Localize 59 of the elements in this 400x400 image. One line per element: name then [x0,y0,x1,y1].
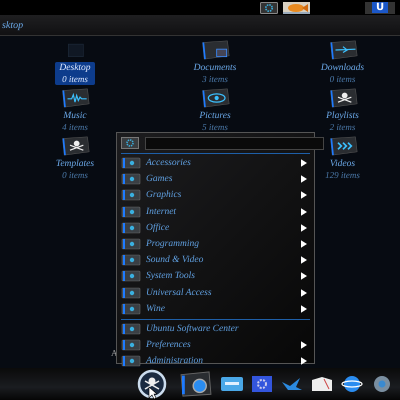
location-path: sktop [2,20,24,30]
file-item[interactable]: Documents 3 items [190,62,240,85]
file-name: Pictures [199,111,231,122]
category-icon [121,286,141,299]
item-count: 5 items [202,122,228,132]
gear-icon[interactable] [250,374,274,394]
category-icon [121,270,141,282]
menu-item[interactable]: System Tools [121,268,310,284]
file-item[interactable]: Templates 0 items [52,158,98,181]
category-icon [121,322,141,335]
menu-item[interactable]: Sound & Video [121,252,310,268]
item-count: 0 items [62,170,88,180]
menu-item[interactable]: Games [121,171,310,188]
item-count: 3 items [202,74,228,84]
pointer-icon [148,386,158,400]
category-icon [121,302,141,315]
search-field[interactable] [145,136,324,150]
item-count: 0 items [62,74,88,84]
menu-item[interactable]: Internet [121,204,310,220]
category-icon [121,189,141,202]
globe-icon[interactable] [340,374,364,394]
category-icon [121,222,141,234]
card-icon[interactable] [220,374,244,394]
category-icon [121,173,141,186]
category-icon [121,339,141,352]
menu-item[interactable]: Wine [121,300,310,317]
file-item[interactable]: Downloads 0 items [316,62,368,85]
file-name: Downloads [320,63,364,74]
file-item[interactable]: Pictures 5 items [195,110,235,133]
category-icon [121,254,141,266]
menu-item[interactable]: Preferences [121,337,310,354]
item-count: 0 items [330,74,356,84]
file-item[interactable]: Desktop 0 items [55,62,95,85]
item-count: 2 items [330,122,356,132]
item-count: 129 items [325,170,360,180]
menu-item[interactable]: Accessories [121,155,310,172]
menu-item[interactable]: Graphics [121,187,310,204]
file-name: Documents [194,63,236,74]
file-name: Desktop [59,63,91,74]
category-icon [121,238,141,250]
menu-item[interactable]: Universal Access [121,284,310,301]
item-count: 4 items [62,122,88,132]
file-item[interactable]: Videos 129 items [321,158,364,181]
file-name: Templates [56,159,94,170]
book-icon[interactable] [310,374,334,394]
menu-item[interactable]: Administration [121,353,310,370]
file-name: Videos [330,159,356,170]
menu-item[interactable]: Ubuntu Software Center [121,320,310,338]
category-icon [121,355,141,368]
file-item[interactable]: Playlists 2 items [322,110,363,133]
category-icon [121,157,141,170]
menu-item[interactable]: Office [121,220,310,236]
file-item[interactable]: Music 4 items [58,110,92,133]
category-icon [121,206,141,218]
file-name: Playlists [326,111,359,122]
gear-icon[interactable] [260,2,278,14]
user-badge[interactable]: U [372,2,388,13]
menu-item[interactable]: Programming [121,236,310,252]
file-name: Music [63,111,87,122]
